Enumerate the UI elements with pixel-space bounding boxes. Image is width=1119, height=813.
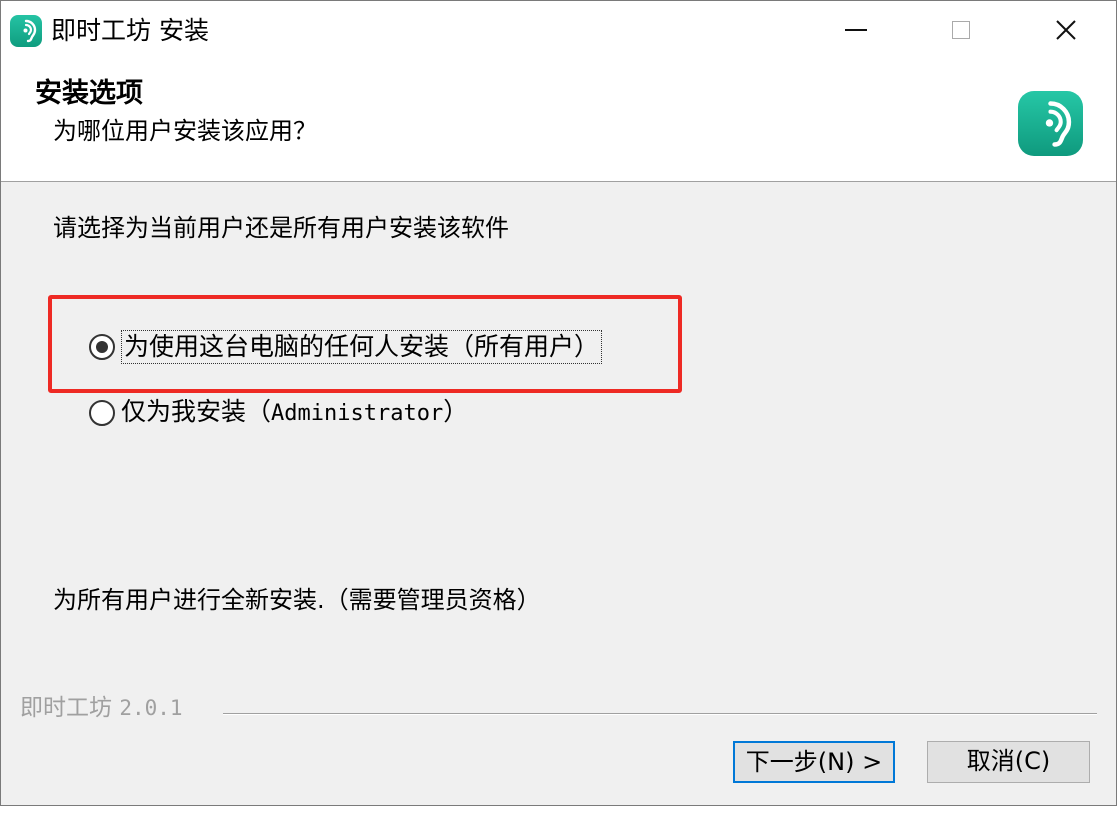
footer-divider (223, 713, 1097, 715)
maximize-button[interactable] (911, 1, 1011, 59)
app-logo-icon (10, 15, 42, 47)
product-version: 即时工坊 2.0.1 (20, 695, 183, 721)
maximize-icon (952, 21, 970, 39)
option-current-user-label[interactable]: 仅为我安装（Administrator） (121, 396, 468, 430)
page-header: 安装选项 为哪位用户安装该应用？ (1, 59, 1116, 182)
next-button[interactable]: 下一步(N) > (733, 741, 895, 783)
app-logo-icon (1018, 91, 1083, 156)
window-title: 即时工坊 安装 (51, 16, 209, 45)
instruction-text: 请选择为当前用户还是所有用户安装该软件 (53, 214, 509, 242)
installer-window: 即时工坊 安装 安装选项 为哪位用户安装该应用？ 请选择为当前用户还是所有用户安… (0, 0, 1117, 806)
option-current-user[interactable]: 仅为我安装（Administrator） (89, 396, 468, 430)
content-area: 请选择为当前用户还是所有用户安装该软件 为使用这台电脑的任何人安装（所有用户） … (1, 182, 1116, 807)
cancel-button[interactable]: 取消(C) (927, 741, 1090, 783)
title-bar[interactable]: 即时工坊 安装 (1, 1, 1116, 59)
option-description: 为所有用户进行全新安装.（需要管理员资格） (53, 586, 541, 614)
minimize-icon (845, 29, 867, 31)
minimize-button[interactable] (806, 1, 906, 59)
page-subtitle: 为哪位用户安装该应用？ (53, 117, 317, 145)
option-all-users[interactable]: 为使用这台电脑的任何人安装（所有用户） (89, 330, 603, 364)
radio-button-unchecked[interactable] (89, 400, 115, 426)
close-icon (1056, 20, 1076, 40)
page-title: 安装选项 (35, 78, 143, 109)
radio-button-checked[interactable] (89, 334, 115, 360)
close-button[interactable] (1016, 1, 1116, 59)
option-all-users-label[interactable]: 为使用这台电脑的任何人安装（所有用户） (121, 330, 603, 364)
